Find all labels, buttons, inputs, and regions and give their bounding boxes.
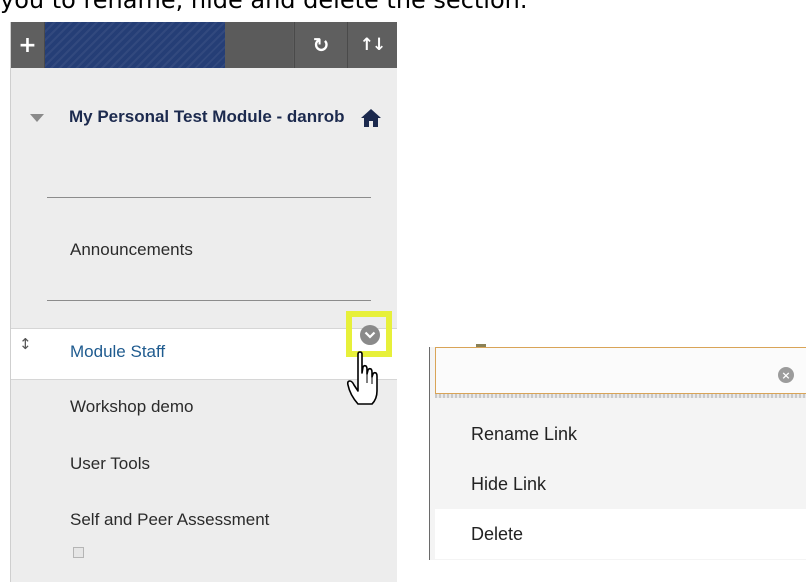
course-menu-toolbar: + ↻ ↑↓ xyxy=(11,22,397,68)
menu-item-announcements[interactable]: Announcements xyxy=(70,240,193,260)
refresh-icon: ↻ xyxy=(312,33,330,57)
menu-item-module-staff[interactable]: Module Staff xyxy=(70,342,165,362)
context-menu-divider xyxy=(435,394,806,398)
delete-menu-item[interactable]: Delete xyxy=(435,509,806,559)
context-menu: × Rename Link Hide Link Delete xyxy=(429,347,806,560)
plus-icon: + xyxy=(18,32,37,58)
context-menu-header xyxy=(435,347,806,394)
home-icon[interactable] xyxy=(360,108,382,132)
menu-item-self-and-peer-assessment[interactable]: Self and Peer Assessment xyxy=(70,510,269,530)
menu-item-workshop-demo[interactable]: Workshop demo xyxy=(70,397,193,417)
chevron-down-icon xyxy=(364,331,376,339)
drag-handle-icon[interactable]: ↕ xyxy=(19,335,32,371)
menu-item-row-active[interactable] xyxy=(11,328,397,380)
reorder-button[interactable]: ↑↓ xyxy=(347,22,397,68)
hidden-indicator-icon xyxy=(73,547,84,558)
item-options-button[interactable] xyxy=(360,325,380,345)
sort-arrows-icon: ↑↓ xyxy=(359,35,386,55)
course-title[interactable]: My Personal Test Module - danrob xyxy=(69,105,349,129)
rename-link-menu-item[interactable]: Rename Link xyxy=(435,409,806,459)
add-menu-item-button[interactable]: + xyxy=(11,22,45,68)
close-icon[interactable]: × xyxy=(778,367,794,383)
refresh-button[interactable]: ↻ xyxy=(294,22,348,68)
collapse-triangle-icon[interactable] xyxy=(30,114,44,122)
instruction-caption: you to rename, hide and delete the secti… xyxy=(0,0,528,14)
course-menu-panel: + ↻ ↑↓ My Personal Test Module - danrob … xyxy=(10,22,397,582)
brand-banner xyxy=(45,22,225,68)
menu-item-user-tools[interactable]: User Tools xyxy=(70,454,150,474)
pointer-hand-cursor-icon xyxy=(346,351,380,411)
menu-divider xyxy=(47,300,371,301)
menu-divider xyxy=(47,197,371,198)
toolbar-spacer xyxy=(225,22,293,68)
hide-link-menu-item[interactable]: Hide Link xyxy=(435,459,806,509)
